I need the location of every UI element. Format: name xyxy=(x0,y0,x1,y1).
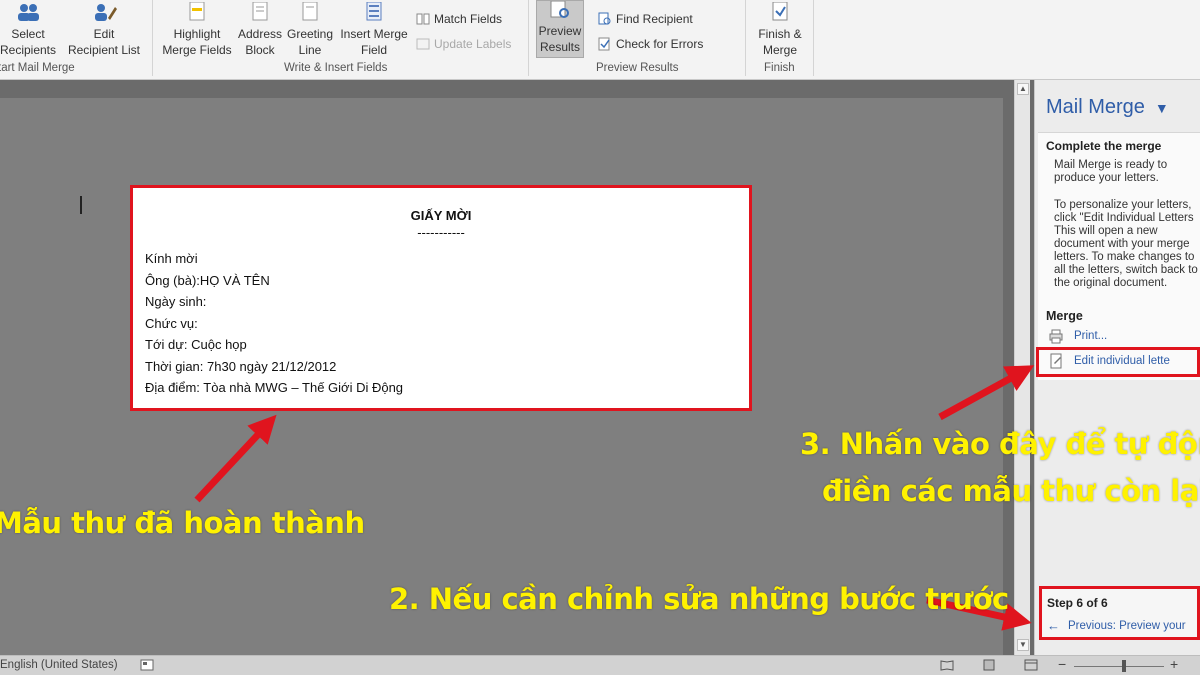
preview-results-group-label: Preview Results xyxy=(596,62,679,74)
write-insert-fields-group-label: Write & Insert Fields xyxy=(284,62,388,74)
arrow-left-icon: ← xyxy=(1047,618,1060,633)
print-link-label: Print... xyxy=(1074,330,1108,342)
preview-results-label: Preview Results xyxy=(538,24,582,54)
find-recipient-button[interactable]: Find Recipient xyxy=(598,12,693,26)
insert-merge-field-button[interactable]: Insert Merge Field xyxy=(336,2,412,58)
finish-merge-button[interactable]: Finish & Merge xyxy=(752,2,808,58)
ribbon-separator xyxy=(745,0,746,76)
previous-step-label: Previous: Preview your xyxy=(1068,619,1186,632)
highlight-merge-fields-label: Highlight Merge Fields xyxy=(162,27,232,57)
personalize-text-line: document with your merge xyxy=(1054,238,1190,250)
select-recipients-button[interactable]: Select Recipients xyxy=(0,2,58,58)
step-navigation: Step 6 of 6 ← Previous: Preview your xyxy=(1039,586,1200,640)
greeting-line-button[interactable]: Greeting Line xyxy=(284,2,336,58)
chevron-down-icon[interactable]: ▼ xyxy=(1155,100,1169,116)
pane-title[interactable]: Mail Merge ▼ xyxy=(1046,96,1169,119)
print-layout-icon[interactable] xyxy=(982,659,996,671)
zoom-slider-thumb[interactable] xyxy=(1122,660,1126,672)
zoom-in-icon[interactable]: + xyxy=(1170,656,1178,672)
vertical-scrollbar[interactable]: ▲ ▼ xyxy=(1014,80,1030,655)
update-labels-icon xyxy=(416,38,430,50)
ribbon-separator xyxy=(528,0,529,76)
personalize-text-line: This will open a new xyxy=(1054,225,1158,237)
letter-line: Tới dự: Cuộc họp xyxy=(145,337,247,352)
preview-icon xyxy=(550,1,569,18)
letter-preview: GIẤY MỜI ----------- Kính mời Ông (bà):H… xyxy=(130,185,752,411)
letter-line: Địa điểm: Tòa nhà MWG – Thế Giới Di Động xyxy=(145,380,404,395)
complete-merge-card: Complete the merge Mail Merge is ready t… xyxy=(1038,132,1200,380)
start-mail-merge-group-label: tart Mail Merge xyxy=(0,62,75,74)
zoom-slider[interactable] xyxy=(1074,666,1164,667)
ribbon-separator xyxy=(813,0,814,76)
greeting-line-icon xyxy=(302,2,318,21)
web-layout-icon[interactable] xyxy=(1024,659,1038,671)
edit-recipient-list-label: Edit Recipient List xyxy=(67,27,141,57)
edit-link-highlight xyxy=(1036,347,1200,377)
print-link[interactable]: Print... xyxy=(1049,329,1108,344)
find-recipient-icon xyxy=(598,12,611,25)
ready-text-line: Mail Merge is ready to xyxy=(1054,159,1168,171)
printer-icon xyxy=(1049,329,1063,344)
preview-results-button[interactable]: Preview Results xyxy=(536,0,584,58)
finish-merge-icon xyxy=(772,2,788,21)
highlight-icon xyxy=(189,2,205,21)
letter-line: Ngày sinh: xyxy=(145,294,207,309)
ribbon-separator xyxy=(152,0,153,76)
select-recipients-label: Select Recipients xyxy=(0,27,57,57)
zoom-out-icon[interactable]: − xyxy=(1058,656,1066,672)
check-for-errors-label: Check for Errors xyxy=(616,37,704,51)
scroll-down-icon[interactable]: ▼ xyxy=(1017,639,1029,651)
annotation-click-here-line1: 3. Nhấn vào đây để tự động xyxy=(800,427,1200,461)
edit-recipient-list-button[interactable]: Edit Recipient List xyxy=(64,2,144,58)
finish-group-label: Finish xyxy=(764,62,795,74)
update-labels-label: Update Labels xyxy=(434,37,512,51)
letter-title: GIẤY MỜI xyxy=(410,208,472,223)
address-block-icon xyxy=(252,2,268,21)
step-label: Step 6 of 6 xyxy=(1047,596,1108,610)
section-heading: Complete the merge xyxy=(1046,139,1162,153)
scroll-up-icon[interactable]: ▲ xyxy=(1017,83,1029,95)
personalize-text-line: all the letters, switch back to xyxy=(1054,264,1198,276)
ready-text-line: produce your letters. xyxy=(1054,172,1159,184)
insert-field-icon xyxy=(366,2,382,21)
previous-step-link[interactable]: ← Previous: Preview your xyxy=(1047,618,1186,633)
personalize-text-line: click "Edit Individual Letters xyxy=(1054,212,1194,224)
text-cursor xyxy=(80,196,82,214)
read-mode-icon[interactable] xyxy=(940,659,954,671)
update-labels-button[interactable]: Update Labels xyxy=(416,37,511,51)
personalize-text-line: letters. To make changes to xyxy=(1054,251,1195,263)
annotation-completed-letter: Mẫu thư đã hoàn thành xyxy=(0,506,365,540)
address-block-label: Address Block xyxy=(237,27,283,57)
letter-line: Kính mời xyxy=(145,251,198,266)
match-fields-icon xyxy=(416,13,430,25)
insert-merge-field-label: Insert Merge Field xyxy=(340,27,408,57)
annotation-edit-previous-steps: 2. Nếu cần chỉnh sửa những bước trước xyxy=(389,582,1009,616)
match-fields-label: Match Fields xyxy=(434,12,503,26)
people-icon xyxy=(18,4,39,21)
greeting-line-label: Greeting Line xyxy=(286,27,334,57)
edit-people-icon xyxy=(95,4,117,21)
merge-heading: Merge xyxy=(1046,309,1083,323)
ribbon: Select Recipients Edit Recipient List ta… xyxy=(0,0,1200,80)
check-for-errors-button[interactable]: Check for Errors xyxy=(598,37,703,51)
personalize-text-line: To personalize your letters, xyxy=(1054,199,1192,211)
language-indicator[interactable]: English (United States) xyxy=(0,659,118,671)
finish-merge-label: Finish & Merge xyxy=(758,27,802,57)
address-block-button[interactable]: Address Block xyxy=(234,2,286,58)
macro-icon[interactable] xyxy=(140,659,154,671)
match-fields-button[interactable]: Match Fields xyxy=(416,12,502,26)
check-errors-icon xyxy=(598,37,610,51)
personalize-text-line: the original document. xyxy=(1054,277,1168,289)
letter-line: Ông (bà):HỌ VÀ TÊN xyxy=(145,272,270,288)
status-bar: English (United States) − + xyxy=(0,655,1200,675)
highlight-merge-fields-button[interactable]: Highlight Merge Fields xyxy=(158,2,236,58)
letter-line: Thời gian: 7h30 ngày 21/12/2012 xyxy=(145,358,337,374)
find-recipient-label: Find Recipient xyxy=(616,12,693,26)
letter-divider: ----------- xyxy=(417,225,465,240)
pane-title-label: Mail Merge xyxy=(1046,96,1145,118)
letter-line: Chức vụ: xyxy=(145,315,198,331)
annotation-click-here-line2: điền các mẫu thư còn lại xyxy=(822,474,1200,508)
